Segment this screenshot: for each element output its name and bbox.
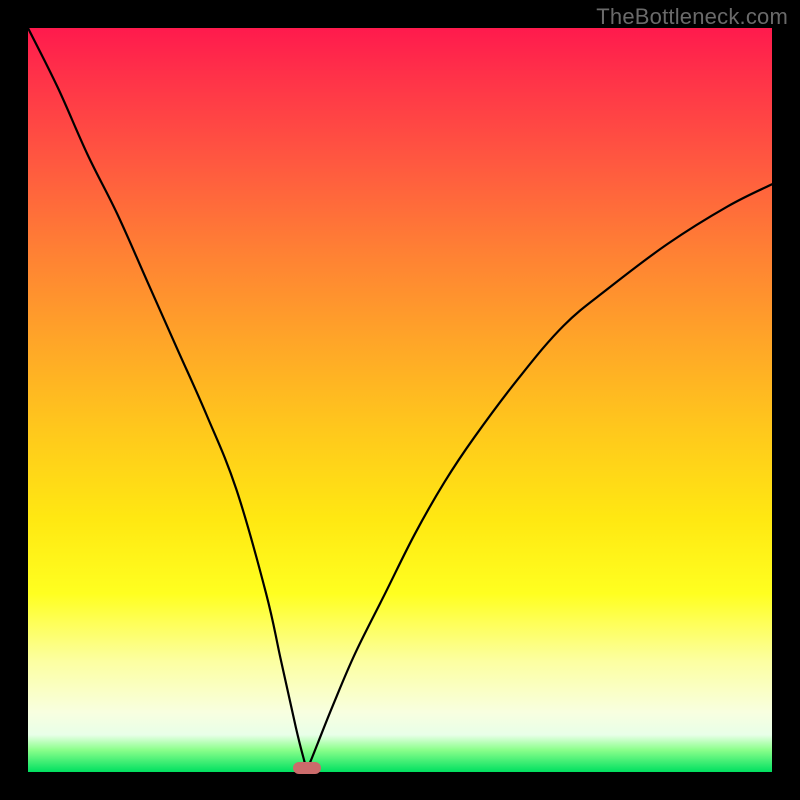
watermark-text: TheBottleneck.com bbox=[596, 4, 788, 30]
bottleneck-curve bbox=[28, 28, 772, 772]
chart-plot-area bbox=[28, 28, 772, 772]
optimum-marker bbox=[293, 762, 321, 774]
